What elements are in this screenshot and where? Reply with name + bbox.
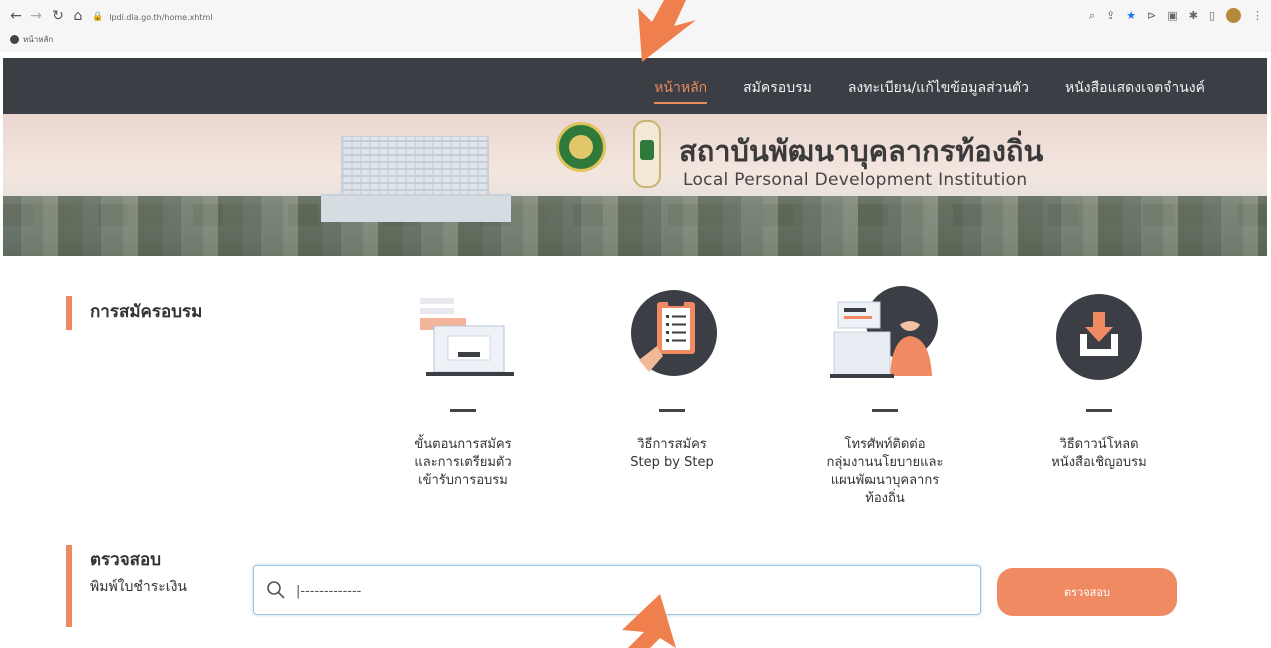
bookmark-star-icon[interactable]: ★ [1126, 9, 1136, 22]
lock-icon: 🔒 [92, 12, 104, 22]
section-accent-bar [66, 296, 72, 330]
bookmark-label: หน้าหลัก [23, 35, 54, 44]
card-label: วิธีดาวน์โหลด หนังสือเชิญอบรม [1051, 437, 1147, 470]
nav-item-apply-training[interactable]: สมัครอบรม [743, 77, 812, 104]
nav-menu: หน้าหลัก สมัครอบรม ลงทะเบียน/แก้ไขข้อมูล… [654, 77, 1205, 104]
call-center-icon [830, 286, 938, 378]
section-title-registration: การสมัครอบรม [90, 302, 203, 322]
laptop-form-icon [420, 298, 514, 376]
cast-icon[interactable]: ▣ [1167, 9, 1177, 22]
org-name-thai: สถาบันพัฒนาบุคลากรท้องถิ่น [679, 134, 1044, 168]
card-contact-phone[interactable]: โทรศัพท์ติดต่อ กลุ่มงานนโยบายและ แผนพัฒน… [800, 286, 970, 520]
check-accent-bar [66, 545, 72, 627]
extension-icon[interactable]: ⊳ [1147, 9, 1156, 22]
forward-icon[interactable]: → [28, 8, 44, 24]
banner-building-base [321, 194, 511, 222]
sidebar-icon[interactable]: ▯ [1209, 9, 1215, 22]
puzzle-icon[interactable]: ✱ [1189, 9, 1198, 22]
check-subtitle: พิมพ์ใบชำระเงิน [90, 579, 188, 595]
browser-extensions: ⌕ ⇪ ★ ⊳ ▣ ✱ ▯ ⋮ [1089, 8, 1263, 23]
card-divider [872, 409, 898, 412]
card-label: โทรศัพท์ติดต่อ กลุ่มงานนโยบายและ แผนพัฒน… [826, 437, 944, 506]
clipboard-checklist-icon [631, 290, 717, 376]
section-title-check: ตรวจสอบ [90, 550, 162, 570]
main-navbar: หน้าหลัก สมัครอบรม ลงทะเบียน/แก้ไขข้อมูล… [3, 58, 1267, 114]
annotation-arrow-top-icon [638, 0, 696, 62]
back-icon[interactable]: ← [8, 8, 24, 24]
nav-item-home[interactable]: หน้าหลัก [654, 77, 708, 104]
card-label: ขั้นตอนการสมัคร และการเตรียมตัว เข้ารับก… [414, 437, 512, 488]
card-divider [450, 409, 476, 412]
banner-landscape [3, 196, 1267, 256]
card-download-invitation[interactable]: วิธีดาวน์โหลด หนังสือเชิญอบรม [1014, 290, 1184, 500]
header-banner: สถาบันพัฒนาบุคลากรท้องถิ่น Local Persona… [3, 114, 1267, 256]
nav-item-letter-of-intent[interactable]: หนังสือแสดงเจตจำนงค์ [1065, 77, 1205, 104]
home-icon[interactable]: ⌂ [70, 8, 86, 24]
globe-icon [10, 35, 19, 44]
reload-icon[interactable]: ↻ [50, 8, 66, 24]
url-text: lpdi.dla.go.th/home.xhtml [109, 12, 213, 22]
nav-item-register-profile[interactable]: ลงทะเบียน/แก้ไขข้อมูลส่วนตัว [848, 77, 1029, 104]
card-registration-steps[interactable]: ขั้นตอนการสมัคร และการเตรียมตัว เข้ารับก… [378, 290, 548, 500]
dla-seal-logo [556, 122, 606, 172]
card-divider [1086, 409, 1112, 412]
card-label: วิธีการสมัคร Step by Step [630, 437, 714, 470]
share-icon[interactable]: ⇪ [1106, 9, 1115, 22]
card-how-to-apply[interactable]: วิธีการสมัคร Step by Step [587, 290, 757, 500]
download-icon [1056, 294, 1142, 380]
check-button[interactable]: ตรวจสอบ [997, 568, 1177, 616]
address-bar[interactable]: 🔒 lpdi.dla.go.th/home.xhtml [92, 8, 213, 26]
org-name-english: Local Personal Development Institution [683, 170, 1028, 190]
menu-kebab-icon[interactable]: ⋮ [1252, 9, 1263, 22]
bookmark-item[interactable]: หน้าหลัก [10, 33, 53, 46]
institute-emblem-logo [633, 120, 661, 188]
profile-avatar[interactable] [1226, 8, 1241, 23]
zoom-icon[interactable]: ⌕ [1089, 9, 1095, 23]
search-icon [267, 581, 285, 599]
card-divider [659, 409, 685, 412]
annotation-arrow-bottom-icon [622, 594, 676, 648]
